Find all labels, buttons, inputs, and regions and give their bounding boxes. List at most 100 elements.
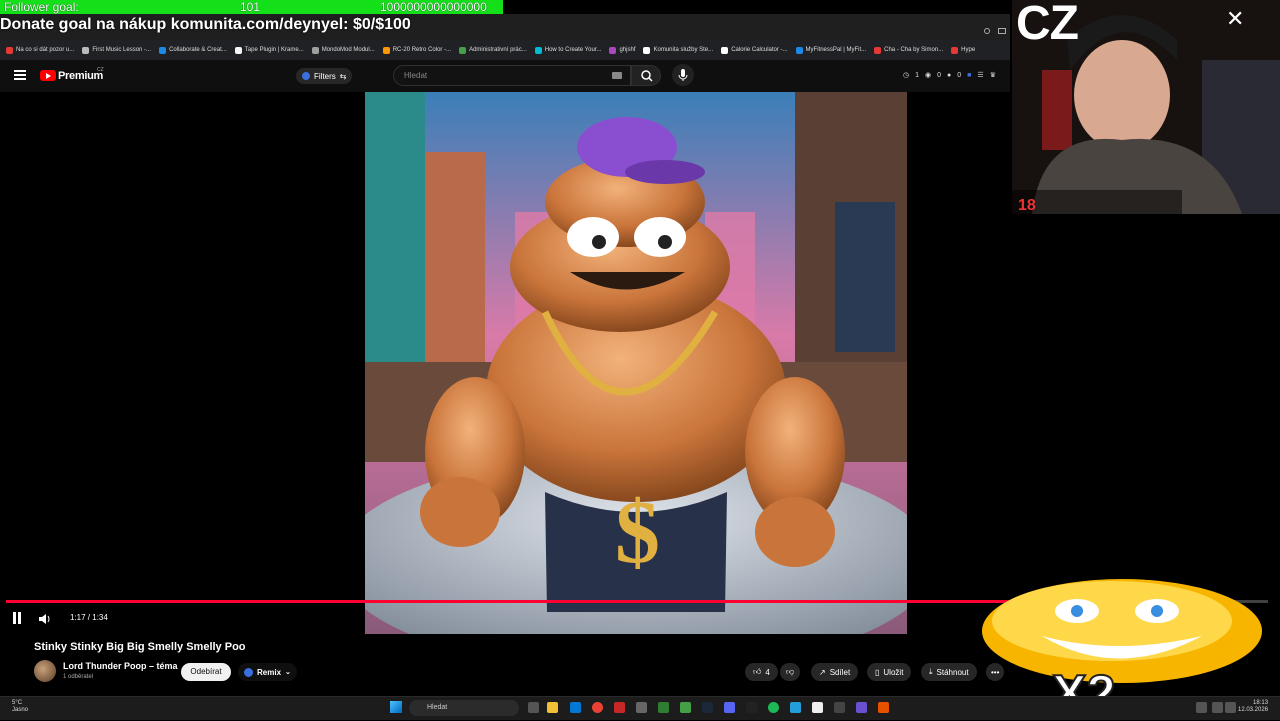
bookmark-item[interactable]: How to Create Your... xyxy=(534,46,601,54)
bookmark-label: MyFitnessPal | MyFit... xyxy=(805,47,867,53)
bookmark-icon: ▯ xyxy=(875,667,880,677)
search-icon xyxy=(641,70,653,82)
remix-button[interactable]: Remix ⌄ xyxy=(238,663,297,681)
volume-tray-icon[interactable] xyxy=(1225,702,1236,713)
bookmark-item[interactable]: Calorie Calculator -... xyxy=(721,46,788,54)
subscriber-count: 1 odběratel xyxy=(63,674,94,680)
discord-icon[interactable] xyxy=(724,702,735,713)
store-icon[interactable] xyxy=(570,702,581,713)
volume-button[interactable] xyxy=(38,612,52,624)
save-label: Uložit xyxy=(883,667,904,677)
bookmark-item[interactable]: Hype xyxy=(951,46,975,54)
bookmark-favicon-icon xyxy=(311,46,319,54)
youtube-logo-icon[interactable] xyxy=(40,70,56,81)
pause-button[interactable] xyxy=(12,612,22,624)
bookmark-favicon-icon xyxy=(234,46,242,54)
bookmark-item[interactable]: Cha - Cha by Simon... xyxy=(874,46,944,54)
voice-search-button[interactable] xyxy=(672,64,694,86)
bookmark-favicon-icon xyxy=(6,46,13,54)
bookmark-label: RC-20 Retro Color -... xyxy=(392,47,452,53)
filters-button[interactable]: Filters ⇆ xyxy=(296,68,353,84)
bookmark-favicon-icon xyxy=(534,46,542,54)
time-display: 1:17 / 1:34 xyxy=(70,613,108,622)
taskbar-clock[interactable]: 18:13 12.03.2026 xyxy=(1238,700,1268,714)
app-icon-white[interactable] xyxy=(812,702,823,713)
tiktok-icon[interactable] xyxy=(746,702,757,713)
eye-icon: ◉ xyxy=(925,72,932,79)
bookmark-item[interactable]: ghjshf xyxy=(609,46,635,54)
cast-icon[interactable] xyxy=(998,28,1006,34)
bookmark-label: MondoMod Modul... xyxy=(321,47,375,53)
download-button[interactable]: ⤓ Stáhnout xyxy=(921,663,977,681)
file-explorer-icon[interactable] xyxy=(547,702,558,713)
share-icon: ↗ xyxy=(819,667,826,677)
xbox-icon[interactable] xyxy=(680,702,691,713)
taskbar-search[interactable]: Hledat xyxy=(409,700,519,716)
stat-2: 0 xyxy=(937,71,942,79)
dislike-button[interactable]: 👎︎ xyxy=(780,663,801,681)
spotify-icon[interactable] xyxy=(768,702,779,713)
channel-avatar[interactable] xyxy=(34,660,56,682)
thumbs-up-icon: 👍︎ xyxy=(753,667,762,676)
search-input[interactable]: Hledat xyxy=(393,65,631,86)
bookmark-label: Collaborate & Creat... xyxy=(169,47,227,53)
chrome-icon[interactable] xyxy=(592,702,603,713)
video-frame[interactable]: $ xyxy=(365,92,907,634)
keyboard-icon[interactable] xyxy=(612,72,622,79)
bookmark-favicon-icon xyxy=(82,46,90,54)
subscribe-button[interactable]: Odebírat xyxy=(181,663,231,681)
microphone-icon xyxy=(678,69,688,81)
zoom-icon[interactable] xyxy=(984,28,990,34)
bookmark-label: Calorie Calculator -... xyxy=(731,47,788,53)
bookmark-item[interactable]: MyFitnessPal | MyFit... xyxy=(795,46,867,54)
like-count: 4 xyxy=(765,667,770,677)
bookmark-item[interactable]: RC-20 Retro Color -... xyxy=(382,46,452,54)
bookmark-item[interactable]: Tape Plugin | Krame... xyxy=(234,46,304,54)
bookmark-item[interactable]: Na co si dát pozor u... xyxy=(6,46,74,54)
channel-name[interactable]: Lord Thunder Poop – téma xyxy=(63,661,178,671)
network-icon[interactable] xyxy=(1212,702,1223,713)
bookmark-item[interactable]: Komunita služby Ste... xyxy=(643,46,713,54)
bookmark-favicon-icon xyxy=(159,46,167,54)
save-button[interactable]: ▯ Uložit xyxy=(867,663,912,681)
bookmark-item[interactable]: Collaborate & Creat... xyxy=(159,46,227,54)
bookmark-item[interactable]: MondoMod Modul... xyxy=(311,46,375,54)
svg-text:18: 18 xyxy=(1018,197,1036,214)
clock-icon: ◷ xyxy=(903,72,910,79)
app-icon-g[interactable] xyxy=(636,702,647,713)
system-tray-icon[interactable] xyxy=(1196,702,1207,713)
like-button[interactable]: 👍︎ 4 xyxy=(745,663,778,681)
steam-icon[interactable] xyxy=(702,702,713,713)
donate-goal-text: Donate goal na nákup komunita.com/deynye… xyxy=(0,16,411,33)
start-button[interactable] xyxy=(390,701,402,713)
progress-fill[interactable] xyxy=(6,600,1041,603)
telegram-icon[interactable] xyxy=(790,702,801,713)
header-right-stats: ◷ 1 ◉ 0 ● 0 ■ ☰ ♛ xyxy=(903,71,996,80)
bookmark-item[interactable]: First Music Lesson -... xyxy=(82,46,151,54)
app-icon-red[interactable] xyxy=(614,702,625,713)
dot-icon: ● xyxy=(947,71,952,79)
bookmark-favicon-icon xyxy=(643,46,651,54)
video-title: Stinky Stinky Big Big Smelly Smelly Poo xyxy=(34,641,246,653)
weather-widget[interactable]: 5°C Jasno xyxy=(12,700,28,714)
follower-target: 1000000000000000 xyxy=(380,0,487,14)
svg-text:$: $ xyxy=(615,483,660,582)
menu-icon[interactable] xyxy=(14,70,26,80)
download-icon: ⤓ xyxy=(929,667,933,676)
share-button[interactable]: ↗ Sdílet xyxy=(811,663,859,681)
download-label: Stáhnout xyxy=(936,667,969,677)
app-icon-green[interactable] xyxy=(658,702,669,713)
task-view-icon[interactable] xyxy=(528,702,539,713)
trophy-icon[interactable]: ♛ xyxy=(990,71,996,79)
search-button[interactable] xyxy=(631,65,661,86)
bookmark-favicon-icon xyxy=(382,46,390,54)
app-icon-orange[interactable] xyxy=(878,702,889,713)
bookmark-label: Cha - Cha by Simon... xyxy=(884,47,944,53)
app-icon-grid[interactable] xyxy=(856,702,867,713)
bookmark-favicon-icon xyxy=(721,46,729,54)
extension-icon[interactable]: ■ xyxy=(967,72,971,79)
obs-icon[interactable] xyxy=(834,702,845,713)
bookmark-item[interactable]: Administrativní prác... xyxy=(459,46,527,54)
list-icon[interactable]: ☰ xyxy=(977,71,983,79)
sliders-icon: ⇆ xyxy=(339,71,347,81)
